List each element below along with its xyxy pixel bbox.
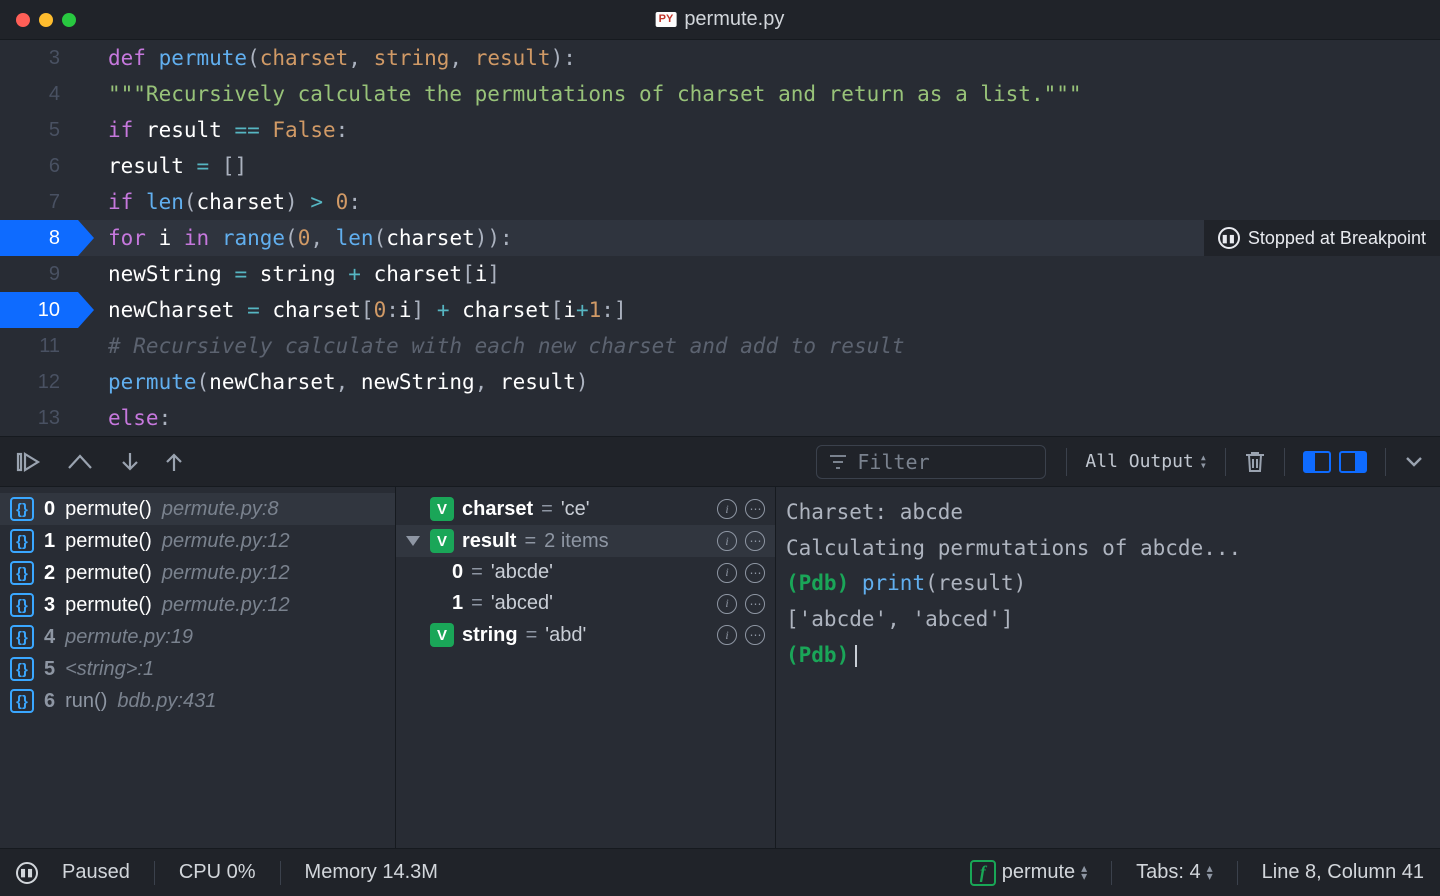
frame-icon: {} xyxy=(10,657,34,681)
more-icon[interactable]: ⋯ xyxy=(745,625,765,645)
console-output-line: Calculating permutations of abcde... xyxy=(786,531,1430,567)
continue-icon[interactable] xyxy=(16,451,42,473)
output-selector[interactable]: All Output ▴▾ xyxy=(1085,451,1207,472)
more-icon[interactable]: ⋯ xyxy=(745,531,765,551)
status-bar: ▮▮ Paused CPU 0% Memory 14.3M f permute … xyxy=(0,848,1440,896)
call-stack-pane: {} 0 permute() permute.py:8 {} 1 permute… xyxy=(0,487,396,848)
file-type-icon: PY xyxy=(656,12,677,27)
info-icon[interactable]: i xyxy=(717,499,737,519)
stack-frame[interactable]: {} 5 <string>:1 xyxy=(0,653,395,685)
status-function-selector[interactable]: f permute ▴▾ xyxy=(970,860,1087,886)
status-memory: Memory 14.3M xyxy=(305,861,438,884)
line-number[interactable]: 3 xyxy=(0,40,78,76)
step-in-icon[interactable] xyxy=(120,451,140,473)
line-number[interactable]: 4 xyxy=(0,76,78,112)
filter-placeholder: Filter xyxy=(857,450,929,474)
status-cpu: CPU 0% xyxy=(179,861,256,884)
variable-icon: V xyxy=(430,497,454,521)
console-prompt[interactable]: (Pdb) xyxy=(786,638,1430,674)
variable-row[interactable]: V result = 2 items i⋯ xyxy=(396,525,775,557)
frame-icon: {} xyxy=(10,561,34,585)
status-paused: Paused xyxy=(62,861,130,884)
stopped-at-breakpoint-badge: ▮▮ Stopped at Breakpoint xyxy=(1204,220,1440,256)
breakpoint-line-number[interactable]: 10 xyxy=(0,292,78,328)
frame-icon: {} xyxy=(10,497,34,521)
info-icon[interactable]: i xyxy=(717,563,737,583)
debug-toolbar: Filter All Output ▴▾ xyxy=(0,437,1440,487)
function-icon: f xyxy=(970,860,996,886)
console-output-line: ['abcde', 'abced'] xyxy=(786,602,1430,638)
variable-child-row[interactable]: 1 = 'abced' i⋯ xyxy=(396,588,775,619)
stack-frame[interactable]: {} 1 permute() permute.py:12 xyxy=(0,525,395,557)
variable-row[interactable]: V charset = 'ce' i⋯ xyxy=(396,493,775,525)
variable-icon: V xyxy=(430,623,454,647)
debug-console[interactable]: Charset: abcde Calculating permutations … xyxy=(776,487,1440,848)
frame-icon: {} xyxy=(10,625,34,649)
disclosure-triangle-icon[interactable] xyxy=(406,536,420,546)
trash-icon[interactable] xyxy=(1244,450,1266,474)
chevron-down-icon[interactable] xyxy=(1404,455,1424,469)
stack-frame[interactable]: {} 2 permute() permute.py:12 xyxy=(0,557,395,589)
filter-icon xyxy=(829,455,847,469)
filter-input[interactable]: Filter xyxy=(816,445,1046,479)
step-over-icon[interactable] xyxy=(66,452,96,472)
variable-icon: V xyxy=(430,529,454,553)
window-minimize-button[interactable] xyxy=(39,13,53,27)
window-title: permute.py xyxy=(684,8,784,31)
line-number[interactable]: 12 xyxy=(0,364,78,400)
cursor-icon xyxy=(855,645,857,667)
layout-right-icon[interactable] xyxy=(1339,451,1367,473)
code-editor[interactable]: 3 def permute(charset, string, result): … xyxy=(0,40,1440,436)
info-icon[interactable]: i xyxy=(717,531,737,551)
stack-frame[interactable]: {} 6 run() bdb.py:431 xyxy=(0,685,395,717)
breakpoint-line-number[interactable]: 8 xyxy=(0,220,78,256)
console-output-line: Charset: abcde xyxy=(786,495,1430,531)
step-out-icon[interactable] xyxy=(164,451,184,473)
stack-frame[interactable]: {} 3 permute() permute.py:12 xyxy=(0,589,395,621)
stack-frame[interactable]: {} 4 permute.py:19 xyxy=(0,621,395,653)
window-close-button[interactable] xyxy=(16,13,30,27)
more-icon[interactable]: ⋯ xyxy=(745,594,765,614)
info-icon[interactable]: i xyxy=(717,625,737,645)
status-tabs-selector[interactable]: Tabs: 4 ▴▾ xyxy=(1136,861,1213,884)
frame-icon: {} xyxy=(10,529,34,553)
variable-child-row[interactable]: 0 = 'abcde' i⋯ xyxy=(396,557,775,588)
info-icon[interactable]: i xyxy=(717,594,737,614)
layout-left-icon[interactable] xyxy=(1303,451,1331,473)
console-input-line: (Pdb) print(result) xyxy=(786,566,1430,602)
line-number[interactable]: 7 xyxy=(0,184,78,220)
variable-row[interactable]: V string = 'abd' i⋯ xyxy=(396,619,775,651)
window-zoom-button[interactable] xyxy=(62,13,76,27)
line-number[interactable]: 9 xyxy=(0,256,78,292)
frame-icon: {} xyxy=(10,689,34,713)
line-number[interactable]: 13 xyxy=(0,400,78,436)
pause-icon: ▮▮ xyxy=(1218,227,1240,249)
status-cursor-position: Line 8, Column 41 xyxy=(1262,861,1424,884)
line-number[interactable]: 11 xyxy=(0,328,78,364)
line-number[interactable]: 6 xyxy=(0,148,78,184)
frame-icon: {} xyxy=(10,593,34,617)
stack-frame[interactable]: {} 0 permute() permute.py:8 xyxy=(0,493,395,525)
variables-pane: V charset = 'ce' i⋯ V result = 2 items i… xyxy=(396,487,776,848)
titlebar: PY permute.py xyxy=(0,0,1440,40)
pause-icon: ▮▮ xyxy=(16,862,38,884)
more-icon[interactable]: ⋯ xyxy=(745,563,765,583)
more-icon[interactable]: ⋯ xyxy=(745,499,765,519)
line-number[interactable]: 5 xyxy=(0,112,78,148)
